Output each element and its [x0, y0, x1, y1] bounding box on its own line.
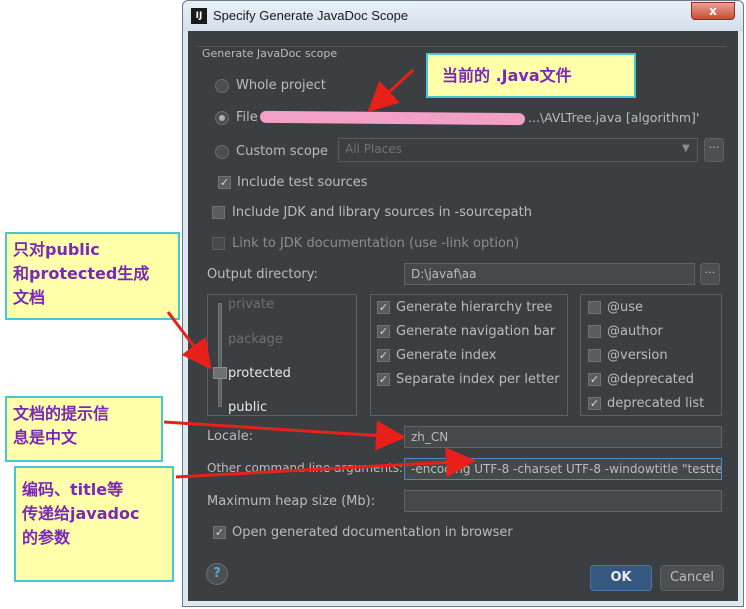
deprecated-list-label[interactable]: deprecated list	[607, 396, 704, 411]
version-tag-checkbox[interactable]	[588, 349, 601, 362]
annotation-public-protected: 只对public 和protected生成 文档	[5, 232, 180, 320]
visibility-group	[207, 294, 357, 416]
locale-value: zh_CN	[411, 430, 449, 444]
command-line-args-label: Other command line arguments:	[207, 461, 404, 475]
file-label[interactable]: File	[236, 110, 258, 125]
separate-index-checkbox[interactable]: ✓	[377, 373, 390, 386]
close-button[interactable]: x	[691, 2, 735, 20]
include-test-label[interactable]: Include test sources	[237, 175, 368, 190]
cancel-button[interactable]: Cancel	[660, 565, 724, 591]
redaction-scribble	[259, 110, 526, 126]
generate-index-checkbox[interactable]: ✓	[377, 349, 390, 362]
generate-hierarchy-checkbox[interactable]: ✓	[377, 301, 390, 314]
custom-scope-label[interactable]: Custom scope	[236, 144, 328, 159]
deprecated-tag-label[interactable]: @deprecated	[607, 372, 694, 387]
whole-project-label[interactable]: Whole project	[236, 78, 326, 93]
help-button[interactable]: ?	[206, 563, 228, 585]
generate-hierarchy-label[interactable]: Generate hierarchy tree	[396, 300, 552, 315]
intellij-icon: IJ	[191, 8, 207, 24]
include-jdk-label[interactable]: Include JDK and library sources in -sour…	[232, 205, 532, 220]
visibility-private[interactable]: private	[228, 297, 274, 312]
link-jdk-checkbox[interactable]	[212, 237, 225, 250]
open-browser-label[interactable]: Open generated documentation in browser	[232, 525, 513, 540]
visibility-package[interactable]: package	[228, 332, 283, 347]
scope-group-title: Generate JavaDoc scope	[202, 47, 342, 60]
annotation-locale: 文档的提示信 息是中文	[5, 396, 163, 462]
generate-index-label[interactable]: Generate index	[396, 348, 496, 363]
ok-button[interactable]: OK	[590, 565, 652, 591]
annotation-java-file: 当前的 .Java文件	[426, 53, 636, 98]
whole-project-radio[interactable]	[215, 79, 229, 93]
file-radio[interactable]	[215, 111, 229, 125]
custom-scope-value: All Places	[345, 142, 402, 156]
use-tag-label[interactable]: @use	[607, 300, 643, 315]
custom-scope-browse-button[interactable]: ···	[704, 138, 724, 162]
command-line-args-field[interactable]: -encoding UTF-8 -charset UTF-8 -windowti…	[404, 458, 722, 480]
output-directory-value: D:\javaf\aa	[411, 267, 477, 281]
visibility-slider-track[interactable]	[218, 303, 222, 407]
window-title: Specify Generate JavaDoc Scope	[213, 8, 409, 23]
locale-label: Locale:	[207, 429, 254, 444]
visibility-protected[interactable]: protected	[228, 366, 291, 381]
author-tag-label[interactable]: @author	[607, 324, 663, 339]
output-directory-label: Output directory:	[207, 267, 318, 282]
link-jdk-label[interactable]: Link to JDK documentation (use -link opt…	[232, 236, 519, 251]
heap-size-label: Maximum heap size (Mb):	[207, 494, 376, 509]
heap-size-field[interactable]	[404, 490, 722, 512]
generate-navigation-label[interactable]: Generate navigation bar	[396, 324, 555, 339]
separate-index-label[interactable]: Separate index per letter	[396, 372, 560, 387]
author-tag-checkbox[interactable]	[588, 325, 601, 338]
title-bar: IJ Specify Generate JavaDoc Scope x	[183, 1, 743, 31]
custom-scope-radio[interactable]	[215, 145, 229, 159]
annotation-encoding: 编码、title等 传递给javadoc 的参数	[14, 466, 174, 582]
custom-scope-dropdown[interactable]: All Places	[338, 138, 698, 162]
generate-navigation-checkbox[interactable]: ✓	[377, 325, 390, 338]
visibility-slider-thumb[interactable]	[213, 367, 227, 379]
use-tag-checkbox[interactable]	[588, 301, 601, 314]
open-browser-checkbox[interactable]: ✓	[213, 526, 226, 539]
include-jdk-checkbox[interactable]	[212, 206, 225, 219]
version-tag-label[interactable]: @version	[607, 348, 668, 363]
include-test-checkbox[interactable]: ✓	[218, 176, 231, 189]
deprecated-tag-checkbox[interactable]: ✓	[588, 373, 601, 386]
locale-field[interactable]: zh_CN	[404, 426, 722, 448]
visibility-public[interactable]: public	[228, 400, 267, 415]
output-directory-field[interactable]: D:\javaf\aa	[404, 263, 695, 285]
deprecated-list-checkbox[interactable]: ✓	[588, 397, 601, 410]
file-value: ...\AVLTree.java [algorithm]'	[528, 110, 700, 125]
command-line-args-value: -encoding UTF-8 -charset UTF-8 -windowti…	[411, 462, 722, 476]
output-directory-browse-button[interactable]: ···	[700, 263, 720, 285]
chevron-down-icon: ▼	[682, 143, 690, 154]
